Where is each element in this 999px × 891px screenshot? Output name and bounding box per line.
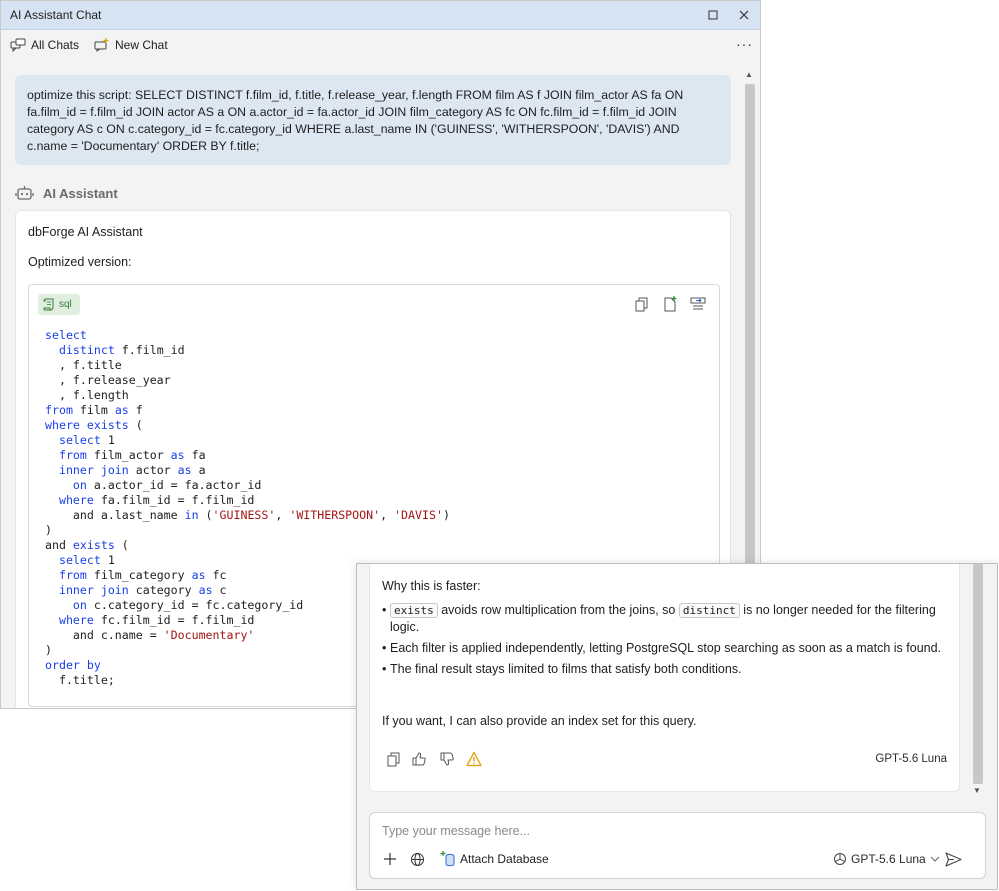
copy-icon[interactable] <box>634 296 650 312</box>
openai-icon <box>834 853 846 865</box>
response-intro: Optimized version: <box>28 255 132 269</box>
database-icon <box>440 851 455 867</box>
code-line: f.title; <box>45 673 115 687</box>
script-icon <box>43 298 54 311</box>
plus-icon <box>384 853 396 865</box>
message-composer: Attach Database GPT-5.6 Luna <box>369 812 986 879</box>
code-line: and c.name = 'Documentary' <box>45 628 255 642</box>
thumbs-down-icon[interactable] <box>439 751 455 767</box>
new-chat-button[interactable]: New Chat <box>94 36 168 54</box>
insert-to-new-document-icon[interactable] <box>662 296 678 312</box>
response-author: dbForge AI Assistant <box>28 225 143 239</box>
response-model-label: GPT-5.6 Luna <box>875 753 947 765</box>
code-line: from film_category as fc <box>58 568 227 582</box>
attach-database-button[interactable]: Attach Database <box>439 850 549 868</box>
code-line: , f.release_year <box>45 373 171 387</box>
code-line: distinct f.film_id <box>58 343 185 357</box>
chat-panel-bottom: Why this is faster: exists avoids row mu… <box>356 563 998 890</box>
response-bullet: Each filter is applied independently, le… <box>382 640 957 657</box>
send-icon <box>945 851 962 867</box>
response-subheading: Why this is faster: <box>382 579 481 593</box>
code-line: , f.title <box>45 358 122 372</box>
code-line: inner join actor as a <box>58 463 206 477</box>
chats-icon <box>10 38 26 52</box>
globe-icon <box>411 852 424 866</box>
window-title: AI Assistant Chat <box>10 8 102 22</box>
code-line: where fa.film_id = f.film_id <box>58 493 255 507</box>
code-line: and exists ( <box>45 538 129 552</box>
new-chat-icon <box>94 38 109 52</box>
code-line: inner join category as c <box>58 583 227 597</box>
title-bar: AI Assistant Chat <box>1 1 760 30</box>
chevron-down-icon <box>930 856 940 862</box>
message-input[interactable] <box>382 822 942 840</box>
code-line: and a.last_name in ('GUINESS', 'WITHERSP… <box>45 508 450 522</box>
inline-code: exists <box>390 603 438 618</box>
code-line: select <box>45 328 87 342</box>
code-line: where fc.film_id = f.film_id <box>58 613 255 627</box>
code-line: on a.actor_id = fa.actor_id <box>72 478 262 492</box>
add-button[interactable] <box>383 850 397 868</box>
all-chats-label: All Chats <box>31 38 80 52</box>
scroll-down-icon[interactable]: ▼ <box>973 786 981 795</box>
warning-icon[interactable] <box>466 751 482 767</box>
response-followup: If you want, I can also provide an index… <box>382 714 697 728</box>
close-icon[interactable] <box>736 7 752 23</box>
inline-code: distinct <box>678 603 740 618</box>
bot-icon <box>15 185 34 200</box>
copy-icon[interactable] <box>386 751 402 767</box>
all-chats-button[interactable]: All Chats <box>10 36 79 54</box>
response-bullet-list: exists avoids row multiplication from th… <box>382 602 957 682</box>
code-line: where exists ( <box>45 418 143 432</box>
maximize-icon[interactable] <box>705 7 721 23</box>
assistant-header: AI Assistant <box>15 183 118 203</box>
code-line: select 1 <box>58 553 115 567</box>
toolbar: All Chats New Chat ··· <box>1 31 760 59</box>
assistant-label: AI Assistant <box>43 185 118 201</box>
code-line: on c.category_id = fc.category_id <box>72 598 304 612</box>
response-bullet: exists avoids row multiplication from th… <box>382 602 957 636</box>
model-selector-label: GPT-5.6 Luna <box>851 852 926 866</box>
chat-scrollbar-lower[interactable]: ▼ <box>970 564 987 804</box>
code-line: from film_actor as fa <box>58 448 206 462</box>
user-message: optimize this script: SELECT DISTINCT f.… <box>15 75 731 165</box>
send-button[interactable] <box>945 850 962 868</box>
new-chat-label: New Chat <box>115 38 168 52</box>
code-line: order by <box>45 658 101 672</box>
code-language-badge: sql <box>38 294 80 315</box>
code-line: ) <box>45 643 52 657</box>
response-bullet: The final result stays limited to films … <box>382 661 957 678</box>
scroll-up-icon[interactable]: ▲ <box>745 70 753 79</box>
thumbs-up-icon[interactable] <box>411 751 427 767</box>
code-line: ) <box>45 523 52 537</box>
attach-database-label: Attach Database <box>460 852 549 866</box>
code-line: from film as f <box>45 403 143 417</box>
scrollbar-thumb[interactable] <box>973 564 983 784</box>
assistant-response-card-continued: Why this is faster: exists avoids row mu… <box>369 564 960 792</box>
code-line: , f.length <box>45 388 129 402</box>
code-language-label: sql <box>59 299 72 310</box>
insert-to-editor-icon[interactable] <box>690 296 706 312</box>
code-line: select 1 <box>58 433 115 447</box>
web-search-button[interactable] <box>410 850 425 868</box>
model-selector[interactable]: GPT-5.6 Luna <box>833 850 940 868</box>
more-options-button[interactable]: ··· <box>736 36 753 52</box>
